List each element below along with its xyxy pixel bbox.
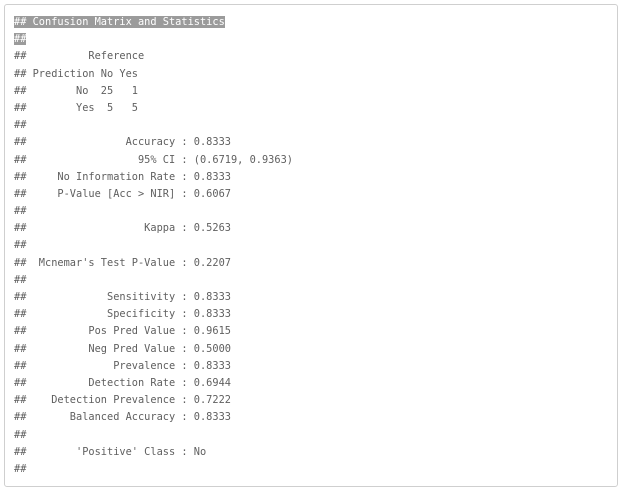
output-line-reference-header: ## Reference: [14, 50, 145, 63]
output-line-prevalence: ## Prevalence : 0.8333: [14, 359, 231, 372]
output-line-ci: ## 95% CI : (0.6719, 0.9363): [14, 153, 293, 166]
output-line-mcnemar: ## Mcnemar's Test P-Value : 0.2207: [14, 256, 231, 269]
output-line-detection-rate: ## Detection Rate : 0.6944: [14, 376, 231, 389]
output-line-1[interactable]: ##: [14, 31, 293, 48]
output-line-neg-pred: ## Neg Pred Value : 0.5000: [14, 342, 231, 355]
output-line-title[interactable]: ## Confusion Matrix and Statistics: [14, 14, 293, 31]
output-line-blank: ##: [14, 273, 27, 286]
output-line-accuracy: ## Accuracy : 0.8333: [14, 136, 231, 149]
output-line-kappa: ## Kappa : 0.5263: [14, 222, 231, 235]
output-line-blank: ##: [14, 428, 27, 441]
output-line-specificity: ## Specificity : 0.8333: [14, 308, 231, 321]
output-line-blank: ##: [14, 119, 27, 132]
output-line-row-no: ## No 25 1: [14, 84, 138, 97]
output-line-row-yes: ## Yes 5 5: [14, 101, 138, 114]
output-line-pos-pred: ## Pos Pred Value : 0.9615: [14, 325, 231, 338]
output-line-prediction-header: ## Prediction No Yes: [14, 67, 138, 80]
output-line-detection-prevalence: ## Detection Prevalence : 0.7222: [14, 394, 231, 407]
output-line-nir: ## No Information Rate : 0.8333: [14, 170, 231, 183]
output-line-blank: ##: [14, 462, 27, 475]
output-line-sensitivity: ## Sensitivity : 0.8333: [14, 291, 231, 303]
output-line-blank: ##: [14, 205, 27, 218]
console-output-panel: ## Confusion Matrix and Statistics ## ## R…: [4, 4, 618, 487]
confusion-matrix-output: ## Confusion Matrix and Statistics ## ## R…: [14, 14, 293, 478]
output-line-positive-class: ## 'Positive' Class : No: [14, 445, 207, 458]
output-line-balanced-accuracy: ## Balanced Accuracy : 0.8333: [14, 411, 231, 424]
output-line-blank: ##: [14, 239, 27, 252]
output-line-pvalue: ## P-Value [Acc > NIR] : 0.6067: [14, 187, 231, 200]
